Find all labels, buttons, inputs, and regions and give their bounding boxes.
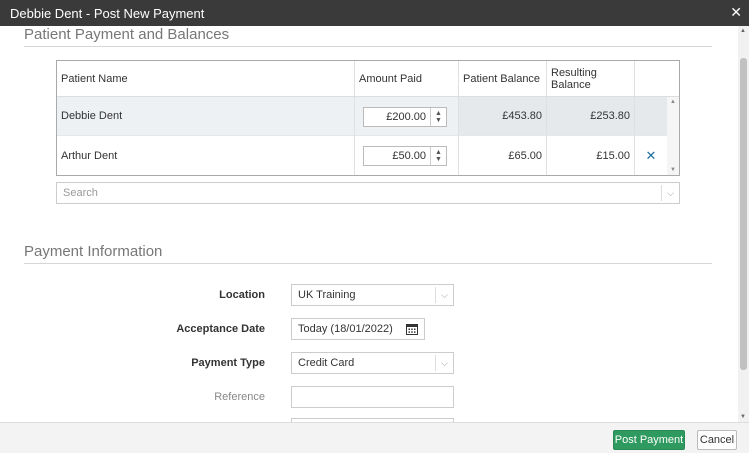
amount-stepper[interactable]: ▲ ▼	[430, 147, 446, 165]
post-payment-button[interactable]: Post Payment	[613, 430, 685, 450]
actions-cell: ✕	[635, 136, 667, 175]
amount-paid-cell: £200.00 ▲ ▼	[355, 97, 459, 135]
payment-type-value: Credit Card	[298, 357, 355, 369]
chevron-up-icon[interactable]: ▲	[435, 149, 442, 156]
amount-paid-input[interactable]: £50.00 ▲ ▼	[363, 146, 447, 166]
column-header-amount-paid[interactable]: Amount Paid	[355, 61, 459, 96]
resulting-balance-cell: £253.80	[547, 97, 635, 135]
section-divider	[24, 46, 712, 47]
chevron-up-icon[interactable]: ▲	[435, 110, 442, 117]
cancel-button[interactable]: Cancel	[697, 430, 737, 450]
scroll-down-icon[interactable]: ▼	[670, 167, 676, 173]
payment-info-section-title: Payment Information	[24, 243, 163, 260]
window-title: Debbie Dent - Post New Payment	[10, 6, 205, 21]
dialog-footer: Post Payment Cancel	[0, 422, 749, 453]
acceptance-date-label: Acceptance Date	[176, 323, 265, 335]
resulting-balance-cell: £15.00	[547, 136, 635, 175]
patient-search[interactable]: ⌵	[56, 182, 680, 204]
acceptance-date-field[interactable]: Today (18/01/2022)	[291, 318, 425, 340]
chevron-down-icon[interactable]: ▼	[435, 117, 442, 124]
amount-paid-input[interactable]: £200.00 ▲ ▼	[363, 107, 447, 127]
patient-balance-cell: £65.00	[459, 136, 547, 175]
column-header-patient-name[interactable]: Patient Name	[57, 61, 355, 96]
scroll-up-icon[interactable]: ▲	[670, 99, 676, 105]
patient-balance-cell: £453.80	[459, 97, 547, 135]
chevron-down-icon[interactable]: ▼	[435, 156, 442, 163]
amount-paid-value: £200.00	[386, 111, 426, 123]
actions-cell	[635, 97, 667, 135]
patient-name-cell: Debbie Dent	[57, 97, 355, 135]
scroll-down-icon[interactable]: ▼	[740, 414, 746, 420]
column-header-actions	[635, 61, 679, 96]
grid-scrollbar[interactable]: ▲ ▼	[667, 97, 679, 175]
search-input[interactable]	[63, 186, 653, 200]
window-titlebar: Debbie Dent - Post New Payment ✕	[0, 0, 749, 26]
section-divider	[24, 263, 712, 264]
column-header-patient-balance[interactable]: Patient Balance	[459, 61, 547, 96]
amount-paid-value: £50.00	[392, 150, 426, 162]
location-value: UK Training	[298, 289, 356, 301]
column-header-resulting-balance[interactable]: Resulting Balance	[547, 61, 635, 96]
patient-balances-grid: Patient Name Amount Paid Patient Balance…	[56, 60, 680, 176]
remove-row-icon[interactable]: ✕	[646, 148, 657, 164]
acceptance-date-value: Today (18/01/2022)	[298, 323, 393, 335]
amount-paid-cell: £50.00 ▲ ▼	[355, 136, 459, 175]
patient-name-cell: Arthur Dent	[57, 136, 355, 175]
location-label: Location	[219, 289, 265, 301]
reference-label: Reference	[214, 391, 265, 403]
chevron-down-icon[interactable]: ⌵	[435, 355, 453, 371]
location-select[interactable]: UK Training ⌵	[291, 284, 454, 306]
table-row[interactable]: Debbie Dent £200.00 ▲ ▼ £453.80 £253.80	[57, 97, 667, 136]
dialog-content: Patient Payment and Balances Patient Nam…	[0, 26, 738, 422]
amount-stepper[interactable]: ▲ ▼	[430, 108, 446, 126]
chevron-down-icon[interactable]: ⌵	[435, 287, 453, 303]
chevron-down-icon[interactable]: ⌵	[661, 185, 679, 201]
calendar-icon[interactable]	[406, 323, 418, 335]
close-icon[interactable]: ✕	[730, 4, 742, 21]
reference-input[interactable]	[291, 386, 454, 408]
payment-type-label: Payment Type	[191, 357, 265, 369]
dialog-scrollbar[interactable]: ▲ ▼	[738, 26, 749, 422]
table-row[interactable]: Arthur Dent £50.00 ▲ ▼ £65.00 £15.00 ✕	[57, 136, 667, 175]
grid-header: Patient Name Amount Paid Patient Balance…	[57, 61, 679, 97]
balances-section-title: Patient Payment and Balances	[24, 26, 230, 43]
payment-type-select[interactable]: Credit Card ⌵	[291, 352, 454, 374]
scrollbar-thumb[interactable]	[740, 58, 747, 370]
scroll-up-icon[interactable]: ▲	[740, 28, 746, 34]
